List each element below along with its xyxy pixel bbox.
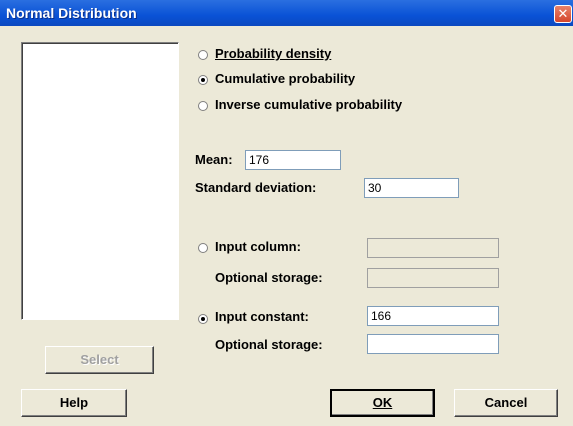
- variables-listbox[interactable]: [21, 42, 179, 320]
- dialog-title: Normal Distribution: [6, 5, 137, 21]
- mean-field[interactable]: 176: [245, 150, 341, 170]
- inverse-cumulative-label[interactable]: Inverse cumulative probability: [215, 97, 402, 112]
- mean-label: Mean:: [195, 152, 233, 167]
- column-optional-storage-label: Optional storage:: [215, 270, 323, 285]
- input-constant-field[interactable]: 166: [367, 306, 499, 326]
- ok-button-label: OK: [372, 395, 393, 410]
- normal-distribution-dialog: Normal Distribution ✕ Select Probability…: [0, 0, 573, 426]
- close-button[interactable]: ✕: [554, 5, 572, 23]
- help-button[interactable]: Help: [21, 389, 127, 417]
- constant-optional-storage-label: Optional storage:: [215, 337, 323, 352]
- input-constant-label[interactable]: Input constant:: [215, 309, 309, 324]
- inverse-cumulative-text: Inverse cumulative probability: [215, 97, 403, 112]
- cancel-button[interactable]: Cancel: [454, 389, 558, 417]
- standard-deviation-field[interactable]: 30: [364, 178, 459, 198]
- cumulative-probability-label[interactable]: Cumulative probability: [215, 71, 355, 86]
- inverse-cumulative-radio[interactable]: [198, 101, 208, 111]
- select-button: Select: [45, 346, 154, 374]
- probability-density-radio[interactable]: [198, 50, 208, 60]
- cumulative-probability-text: Cumulative probability: [215, 71, 356, 86]
- cumulative-probability-radio[interactable]: [198, 75, 208, 85]
- input-column-radio[interactable]: [198, 243, 208, 253]
- input-constant-radio[interactable]: [198, 314, 208, 324]
- probability-density-text: Probability density: [215, 46, 332, 61]
- standard-deviation-label: Standard deviation:: [195, 180, 317, 195]
- title-bar: Normal Distribution ✕: [0, 0, 573, 26]
- constant-optional-storage-field[interactable]: [367, 334, 499, 354]
- input-column-label[interactable]: Input column:: [215, 239, 301, 254]
- input-column-field: [367, 238, 499, 258]
- probability-density-label[interactable]: Probability density: [215, 46, 331, 61]
- ok-button[interactable]: OK: [330, 389, 435, 417]
- column-optional-storage-field: [367, 268, 499, 288]
